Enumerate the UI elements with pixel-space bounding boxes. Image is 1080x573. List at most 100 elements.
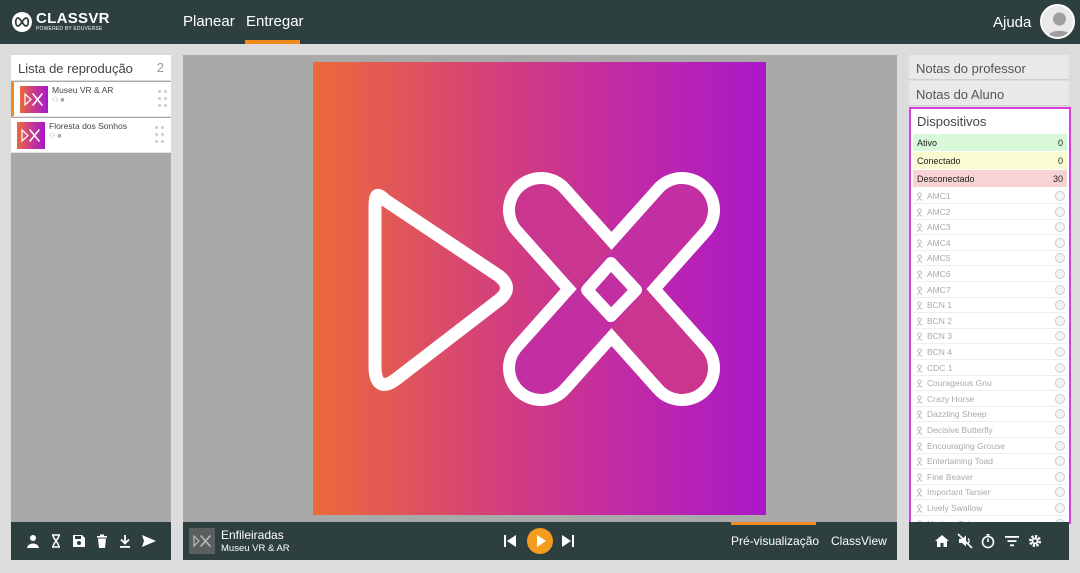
device-row[interactable]: BCN 1 <box>913 298 1067 314</box>
device-row[interactable]: CDC 1 <box>913 361 1067 376</box>
home-icon[interactable] <box>934 533 950 549</box>
nav-entregar[interactable]: Entregar <box>246 13 304 30</box>
right-panel: Notas do professor Notas do Aluno Dispos… <box>909 55 1071 524</box>
device-status-icon <box>1055 409 1065 420</box>
playlist-item[interactable]: Museu VR & AR ⚇ ■ <box>11 82 171 117</box>
headset-icon <box>916 379 923 389</box>
device-row[interactable]: AMC1 <box>913 189 1067 204</box>
device-row[interactable]: BCN 4 <box>913 345 1067 360</box>
hourglass-icon[interactable] <box>48 533 64 549</box>
headset-icon <box>916 473 923 482</box>
device-status-icon <box>1055 471 1065 482</box>
device-row[interactable]: AMC7 <box>913 283 1067 298</box>
device-row[interactable]: Fine Beaver <box>913 470 1067 485</box>
brand-name: CLASSVR <box>36 10 110 27</box>
device-status-icon <box>1055 503 1065 513</box>
device-row[interactable]: BCN 2 <box>913 314 1067 329</box>
playlist-item[interactable]: Floresta dos Sonhos ⚇ ■ <box>11 118 171 153</box>
filter-icon[interactable] <box>1004 533 1020 549</box>
play-button[interactable] <box>527 528 553 554</box>
infinity-logo-icon <box>12 12 32 32</box>
drag-handle-icon[interactable] <box>158 90 168 108</box>
top-bar: CLASSVR POWERED BY EDUVERSE Planear Entr… <box>0 0 1080 44</box>
headset-icon <box>916 223 923 233</box>
playlist-title: Lista de reprodução <box>18 61 133 76</box>
device-row[interactable]: Encouraging Grouse <box>913 439 1067 454</box>
device-status-icon <box>1055 378 1065 389</box>
headset-icon <box>916 286 923 295</box>
nav-planear[interactable]: Planear <box>183 13 235 30</box>
device-row[interactable]: Lively Swallow <box>913 501 1067 516</box>
stat-connected[interactable]: Conectado 0 <box>913 152 1067 169</box>
content-stage <box>183 55 897 522</box>
playlist-item-thumbnail <box>20 86 48 113</box>
devices-toolbar <box>909 522 1069 560</box>
headset-icon <box>916 254 923 264</box>
help-link[interactable]: Ajuda <box>993 14 1031 31</box>
user-icon[interactable] <box>25 533 41 549</box>
headset-icon <box>916 442 923 451</box>
device-row[interactable]: AMC5 <box>913 251 1067 267</box>
device-row[interactable]: AMC3 <box>913 220 1067 236</box>
device-status-icon <box>1055 487 1065 498</box>
device-name: CDC 1 <box>927 362 953 373</box>
device-name: BCN 1 <box>927 300 953 311</box>
play-icon <box>537 535 546 547</box>
device-row[interactable]: Decisive Butterfly <box>913 423 1067 438</box>
device-row[interactable]: Entertaining Toad <box>913 454 1067 470</box>
user-avatar[interactable] <box>1040 4 1075 39</box>
trash-icon[interactable] <box>94 533 110 549</box>
settings-icon[interactable] <box>1027 533 1043 549</box>
stat-active[interactable]: Ativo 0 <box>913 134 1067 151</box>
save-icon[interactable] <box>71 533 87 549</box>
headset-icon <box>916 301 923 311</box>
player-title: Enfileiradas <box>221 528 284 542</box>
tab-teacher-notes[interactable]: Notas do professor <box>909 55 1069 80</box>
tab-preview[interactable]: Pré-visualização <box>731 534 819 548</box>
headset-icon <box>916 208 923 217</box>
headset-icon <box>916 410 923 420</box>
mute-icon[interactable] <box>957 533 973 549</box>
skip-next-icon[interactable] <box>561 534 575 548</box>
device-name: AMC1 <box>927 191 951 201</box>
device-row[interactable]: Courageous Gnu <box>913 376 1067 392</box>
devices-panel: Dispositivos Ativo 0 Conectado 0 Descone… <box>909 107 1071 524</box>
nav-active-indicator <box>245 40 300 44</box>
device-status-icon <box>1055 300 1065 311</box>
tab-classview[interactable]: ClassView <box>831 534 887 548</box>
device-row[interactable]: AMC6 <box>913 267 1067 282</box>
playlist-toolbar <box>11 522 171 560</box>
device-name: Lively Swallow <box>927 503 983 513</box>
send-icon[interactable] <box>141 533 157 549</box>
playlist-item-name: Floresta dos Sonhos <box>49 121 127 131</box>
tab-label: Notas do Aluno <box>916 87 1005 102</box>
device-status-icon <box>1055 331 1065 342</box>
device-status-icon <box>1055 440 1065 451</box>
device-status-icon <box>1055 315 1065 326</box>
device-row[interactable]: AMC4 <box>913 236 1067 251</box>
device-status-icon <box>1055 456 1065 467</box>
classvr-logo[interactable]: CLASSVR POWERED BY EDUVERSE <box>12 10 109 34</box>
headset-icon <box>916 426 923 435</box>
device-row[interactable]: Crazy Horse <box>913 392 1067 407</box>
player-subtitle: Museu VR & AR <box>221 543 290 554</box>
drag-handle-icon[interactable] <box>155 126 165 144</box>
download-icon[interactable] <box>117 533 133 549</box>
device-status-icon <box>1055 269 1065 279</box>
stat-value: 0 <box>1057 138 1063 148</box>
tab-student-notes[interactable]: Notas do Aluno <box>909 81 1069 106</box>
device-row[interactable]: AMC2 <box>913 205 1067 220</box>
device-name: Important Tarsier <box>927 487 991 498</box>
timer-icon[interactable] <box>980 533 996 549</box>
stat-disconnected[interactable]: Desconectado 30 <box>913 170 1067 187</box>
device-row[interactable]: BCN 3 <box>913 329 1067 345</box>
skip-previous-icon[interactable] <box>503 534 517 548</box>
content-preview-image <box>313 62 766 515</box>
headset-icon <box>916 332 923 342</box>
device-row[interactable]: Important Tarsier <box>913 485 1067 501</box>
device-status-icon <box>1055 206 1065 217</box>
device-name: AMC6 <box>927 269 951 279</box>
device-name: Courageous Gnu <box>927 378 992 389</box>
playlist-panel: Lista de reprodução 2 Museu VR & AR ⚇ ■ … <box>11 55 171 522</box>
device-row[interactable]: Dazzling Sheep <box>913 407 1067 423</box>
